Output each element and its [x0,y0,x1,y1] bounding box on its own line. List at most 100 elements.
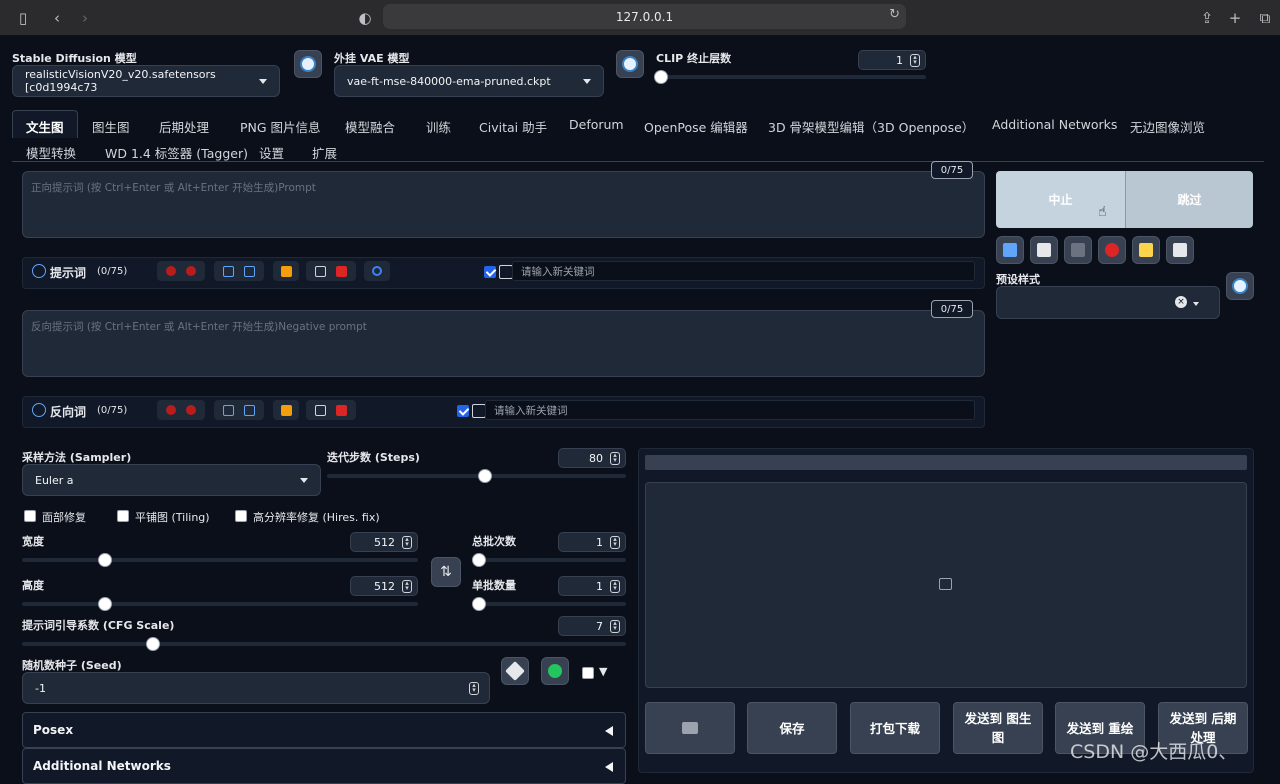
trash-icon[interactable] [335,265,347,277]
tab-overview-icon[interactable]: ⧉ [1254,7,1276,29]
tab-item[interactable]: 3D 骨架模型编辑（3D Openpose） [768,117,974,136]
clip-skip-slider-handle[interactable] [654,70,668,84]
stepper-icon[interactable]: ▴ ▾ [610,620,620,633]
negative-keyword-checkbox[interactable] [457,405,469,417]
copy-icon[interactable] [315,404,327,416]
prompt-keyword-toggle[interactable] [499,265,513,279]
share-icon[interactable]: ⇪ [1196,7,1218,29]
refresh-models-button[interactable] [294,50,322,78]
stepper-icon[interactable]: ▴ ▾ [469,682,479,695]
batch-count-slider-handle[interactable] [472,553,486,567]
read-params-button[interactable] [996,236,1024,264]
zip-download-button[interactable]: 打包下载 [850,702,940,754]
stepper-icon[interactable]: ▴ ▾ [402,536,412,549]
stepper-icon[interactable]: ▴ ▾ [910,54,920,67]
red-dot-icon[interactable] [185,266,196,276]
extra-seed-checkbox[interactable] [582,667,594,679]
edit-icon[interactable] [223,265,235,277]
negative-keyword-toggle[interactable] [472,404,486,418]
clip-skip-slider-track[interactable] [656,75,926,79]
batch-count-slider-track[interactable] [472,558,626,562]
red-dot-icon[interactable] [166,405,177,415]
sampler-dropdown[interactable]: Euler a [22,464,321,496]
batch-count-input[interactable]: 1 ▴ ▾ [558,532,626,552]
new-tab-icon[interactable]: + [1224,7,1246,29]
tab-item[interactable]: Additional Networks [992,117,1117,132]
batch-size-slider-handle[interactable] [472,597,486,611]
tab-item[interactable]: 模型融合 [345,117,395,136]
translate-button[interactable] [273,261,299,281]
stepper-icon[interactable]: ▴ ▾ [610,536,620,549]
tab-item[interactable]: OpenPose 编辑器 [644,117,748,136]
red-dot-icon[interactable] [185,405,196,415]
refresh-vae-button[interactable] [616,50,644,78]
reload-icon[interactable]: ↻ [889,7,900,22]
sidebar-toggle-icon[interactable]: ▯ [12,7,34,29]
negative-prompt-textarea[interactable]: 反向提示词 (按 Ctrl+Enter 或 Alt+Enter 开始生成)Neg… [22,310,985,377]
tab-item[interactable]: Deforum [569,117,624,132]
random-seed-button[interactable] [501,657,529,685]
steps-slider-track[interactable] [327,474,626,478]
refresh-styles-button[interactable] [1226,272,1254,300]
prompt-keyword-checkbox[interactable] [484,266,496,278]
negative-section-label[interactable]: 反向词 [50,403,86,420]
cfg-input[interactable]: 7 ▴ ▾ [558,616,626,636]
steps-input[interactable]: 80 ▴ ▾ [558,448,626,468]
clear-prompt-button[interactable] [1030,236,1058,264]
extra-networks-button[interactable] [1098,236,1126,264]
batch-size-input[interactable]: 1 ▴ ▾ [558,576,626,596]
clear-buttons[interactable] [157,261,205,281]
posex-accordion[interactable]: Posex [22,712,626,748]
prompt-textarea[interactable]: 正向提示词 (按 Ctrl+Enter 或 Alt+Enter 开始生成)Pro… [22,171,985,238]
bookmark-icon[interactable] [243,265,255,277]
openai-icon[interactable] [372,266,382,276]
address-bar[interactable]: 127.0.0.1 ↻ [383,4,906,29]
trash-style-button[interactable] [1064,236,1092,264]
neg-copy-delete-buttons[interactable] [306,400,356,420]
collapse-chevron-icon[interactable] [32,403,46,417]
copy-delete-buttons[interactable] [306,261,356,281]
batch-size-slider-track[interactable] [472,602,626,606]
cfg-slider-track[interactable] [22,642,626,646]
width-slider-handle[interactable] [98,553,113,567]
swap-dimensions-button[interactable]: ⇅ [431,557,461,587]
forward-icon[interactable]: › [74,7,96,29]
tab-item[interactable]: 无边图像浏览 [1130,117,1205,136]
neg-translate-button[interactable] [273,400,299,420]
tab-item[interactable]: 文生图 [26,117,64,136]
skip-button[interactable]: 跳过 [1125,171,1253,228]
prompt-section-label[interactable]: 提示词 [50,264,86,281]
translate-icon[interactable] [280,265,292,277]
apply-style-button[interactable] [1132,236,1160,264]
bookmark-icon[interactable] [243,404,255,416]
privacy-shield-icon[interactable]: ◐ [354,7,376,29]
back-icon[interactable]: ‹ [46,7,68,29]
face-restore-checkbox[interactable] [24,510,36,522]
prompt-keyword-input[interactable]: 请输入新关键词 [512,261,975,281]
tab-item[interactable]: 后期处理 [159,117,209,136]
tiling-checkbox[interactable] [117,510,129,522]
sd-model-dropdown[interactable]: realisticVisionV20_v20.safetensors [c0d1… [12,65,280,97]
trash-icon[interactable] [335,404,347,416]
height-slider-track[interactable] [22,602,418,606]
collapse-chevron-icon[interactable] [32,264,46,278]
cfg-slider-handle[interactable] [145,637,160,651]
stepper-icon[interactable]: ▴ ▾ [402,580,412,593]
vae-dropdown[interactable]: vae-ft-mse-840000-ema-pruned.ckpt [334,65,604,97]
tab-item[interactable]: PNG 图片信息 [240,117,321,136]
tab-item[interactable]: 训练 [426,117,451,136]
red-dot-icon[interactable] [166,266,177,276]
width-input[interactable]: 512 ▴ ▾ [350,532,418,552]
neg-clear-buttons[interactable] [157,400,205,420]
hires-fix-checkbox[interactable] [235,510,247,522]
seed-input[interactable]: -1 ▴ ▾ [22,672,490,704]
tab-item[interactable]: 设置 [259,143,284,162]
height-slider-handle[interactable] [98,597,113,611]
stepper-icon[interactable]: ▴ ▾ [610,452,620,465]
tab-item[interactable]: 模型转换 [26,143,76,162]
stepper-icon[interactable]: ▴ ▾ [610,580,620,593]
additional-networks-accordion[interactable]: Additional Networks [22,748,626,784]
tab-item[interactable]: Civitai 助手 [479,117,547,136]
tab-item[interactable]: 图生图 [92,117,130,136]
edit-icon[interactable] [223,404,235,416]
